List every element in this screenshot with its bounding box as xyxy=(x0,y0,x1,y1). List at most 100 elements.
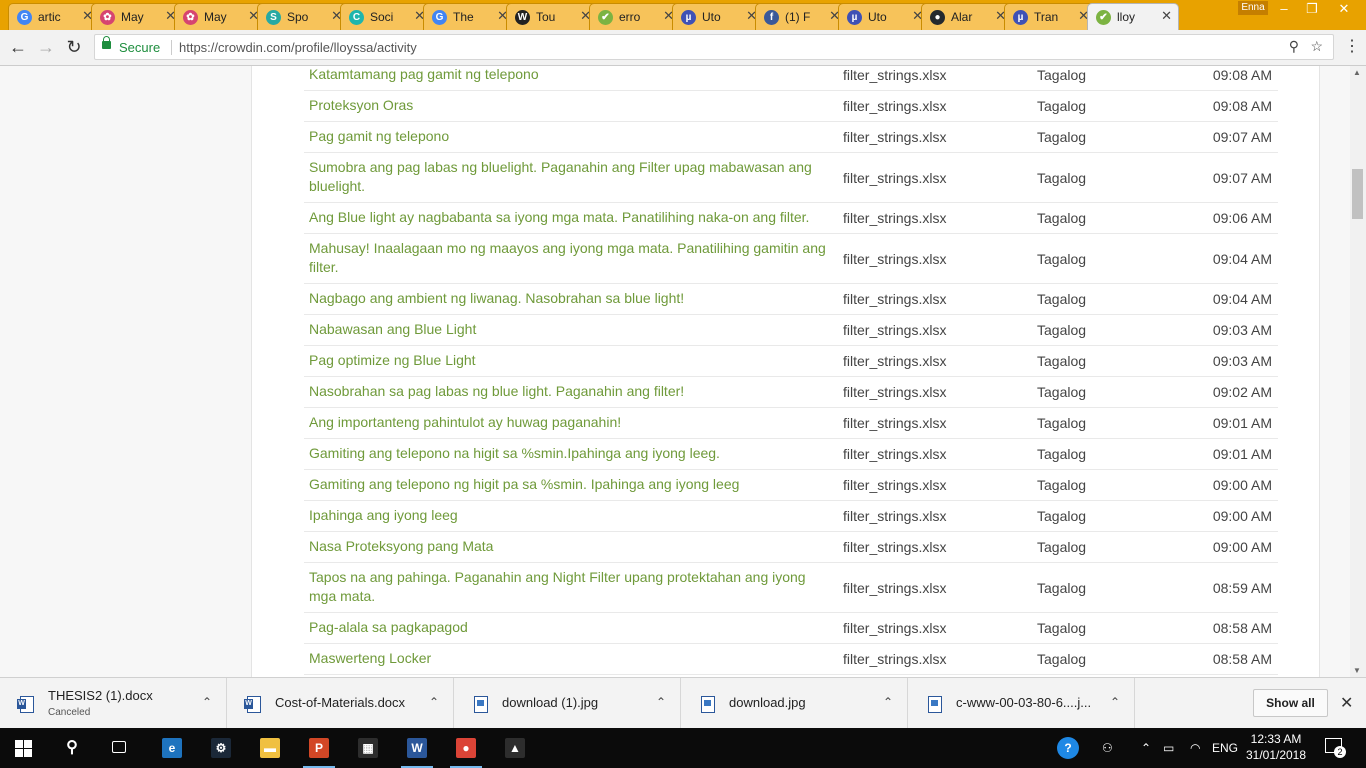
translated-string-link[interactable]: Mahusay! Inaalagaan mo ng maayos ang iyo… xyxy=(304,234,834,283)
leaf-icon: ✔ xyxy=(598,10,613,25)
url-text[interactable]: https://crowdin.com/profile/lloyssa/acti… xyxy=(179,40,417,55)
zoom-icon[interactable]: ⚲ xyxy=(1289,38,1299,55)
download-item[interactable]: download.jpg ⌃ xyxy=(681,678,908,729)
file-name: filter_strings.xlsx xyxy=(843,169,947,186)
task-view-button[interactable] xyxy=(96,728,144,768)
battery-icon[interactable]: ▭ xyxy=(1163,728,1174,768)
close-icon[interactable]: ✕ xyxy=(1340,693,1353,713)
taskbar-app-button[interactable]: ▲ xyxy=(491,728,539,768)
translated-string-link[interactable]: Nagbago ang ambient ng liwanag. Nasobrah… xyxy=(304,284,834,314)
browser-tab[interactable]: f (1) F ✕ xyxy=(755,3,847,30)
file-name: filter_strings.xlsx xyxy=(843,579,947,596)
activity-row: Maswerteng Locker filter_strings.xlsx Taga… xyxy=(304,644,1278,675)
download-filename: THESIS2 (1).docx xyxy=(48,688,153,703)
browser-tab[interactable]: ✿ May ✕ xyxy=(91,3,183,30)
browser-tab[interactable]: ✔ erro ✕ xyxy=(589,3,681,30)
activity-time: 09:02 AM xyxy=(1212,384,1272,400)
notification-count: 2 xyxy=(1334,746,1346,758)
download-item[interactable]: download (1).jpg ⌃ xyxy=(454,678,681,729)
forward-arrow-icon[interactable]: → xyxy=(34,35,58,59)
taskbar-app-button[interactable]: W xyxy=(393,728,441,768)
activity-row: Pag gamit ng telepono filter_strings.xlsx… xyxy=(304,122,1278,153)
language-name: Tagalog xyxy=(1037,250,1087,267)
translated-string-link[interactable]: Nasa Proteksyong pang Mata xyxy=(304,532,834,562)
language-name: Tagalog xyxy=(1037,353,1087,369)
vertical-scrollbar[interactable]: ▲ ▼ xyxy=(1350,66,1366,677)
task-view-icon xyxy=(112,741,126,753)
utorrent-icon: µ xyxy=(1013,10,1028,25)
translated-string-link[interactable]: Nasobrahan sa pag labas ng blue light. P… xyxy=(304,377,834,407)
reload-icon[interactable]: ↻ xyxy=(62,35,86,59)
page-viewport: Katamtamang pag gamit ng telepono filter_… xyxy=(0,66,1350,677)
browser-tab[interactable]: C Soci ✕ xyxy=(340,3,432,30)
chevron-up-icon[interactable]: ⌃ xyxy=(1110,695,1120,709)
translated-string-link[interactable]: Sumobra ang pag labas ng bluelight. Paga… xyxy=(304,153,834,202)
minimize-button[interactable]: – xyxy=(1270,0,1298,20)
chevron-up-icon[interactable]: ⌃ xyxy=(883,695,893,709)
close-tab-icon[interactable]: ✕ xyxy=(1161,8,1172,24)
browser-tab[interactable]: Gartic ✕ xyxy=(8,3,100,30)
browser-tab[interactable]: µ Uto ✕ xyxy=(838,3,930,30)
translated-string-link[interactable]: Ipahinga ang iyong leeg xyxy=(304,501,834,531)
translated-string-link[interactable]: Tapos na ang pahinga. Paganahin ang Nigh… xyxy=(304,563,834,612)
translated-string-link[interactable]: Ang importanteng pahintulot ay huwag pag… xyxy=(304,408,834,438)
taskbar-app-button[interactable]: e xyxy=(148,728,196,768)
file-name: filter_strings.xlsx xyxy=(843,415,947,431)
show-all-button[interactable]: Show all xyxy=(1253,689,1328,717)
wifi-icon[interactable]: ◠ xyxy=(1190,728,1200,768)
translated-string-link[interactable]: Maswerteng Locker xyxy=(304,644,834,674)
bookmark-star-icon[interactable]: ☆ xyxy=(1310,38,1323,55)
language-indicator[interactable]: ENG xyxy=(1212,728,1238,768)
translated-string-link[interactable]: Katamtamang pag gamit ng telepono xyxy=(304,66,834,90)
browser-tab[interactable]: µ Tran ✕ xyxy=(1004,3,1096,30)
browser-tab[interactable]: W Tou ✕ xyxy=(506,3,598,30)
close-window-button[interactable]: ✕ xyxy=(1326,0,1362,20)
taskbar-app-button[interactable]: ▦ xyxy=(344,728,392,768)
clock[interactable]: 12:33 AM 31/01/2018 xyxy=(1245,731,1307,763)
chevron-up-icon[interactable]: ⌃ xyxy=(656,695,666,709)
translated-string-link[interactable]: Proteksyon Oras xyxy=(304,91,834,121)
download-item[interactable]: Cost-of-Materials.docx ⌃ xyxy=(227,678,454,729)
translated-string-link[interactable]: Gamiting ang telepono na higit sa %smin.… xyxy=(304,439,834,469)
browser-tab[interactable]: S Spo ✕ xyxy=(257,3,349,30)
translated-string-link[interactable]: Nabawasan ang Blue Light xyxy=(304,315,834,345)
back-arrow-icon[interactable]: ← xyxy=(6,35,30,59)
download-shelf: THESIS2 (1).docxCanceled⌃Cost-of-Materia… xyxy=(0,677,1366,729)
taskbar-app-button[interactable]: P xyxy=(295,728,343,768)
translated-string-link[interactable]: Ang Blue light ay nagbabanta sa iyong mg… xyxy=(304,203,834,233)
tab-title: erro xyxy=(619,10,641,24)
c-logo-icon: C xyxy=(349,10,364,25)
address-bar[interactable]: Secure https://crowdin.com/profile/lloys… xyxy=(94,34,1334,60)
translated-string-link[interactable]: Pag gamit ng telepono xyxy=(304,122,834,152)
scroll-up-icon[interactable]: ▲ xyxy=(1353,68,1361,77)
download-item[interactable]: THESIS2 (1).docx Canceled ⌃ xyxy=(0,678,227,729)
taskbar-app-button[interactable]: ● xyxy=(442,728,490,768)
browser-tab[interactable]: µ Uto ✕ xyxy=(672,3,764,30)
activity-row: Sumobra ang pag labas ng bluelight. Paga… xyxy=(304,153,1278,203)
translated-string-link[interactable]: Pag optimize ng Blue Light xyxy=(304,346,834,376)
menu-icon[interactable]: ⋮ xyxy=(1340,35,1364,59)
search-button[interactable]: ⚲ xyxy=(48,728,96,768)
browser-tab[interactable]: ● Alar ✕ xyxy=(921,3,1013,30)
restore-button[interactable]: ❐ xyxy=(1298,0,1326,20)
taskbar-app-button[interactable]: ⚙ xyxy=(197,728,245,768)
browser-tab[interactable]: ✔ lloy ✕ xyxy=(1087,3,1179,30)
translated-string-link[interactable]: Pag-alala sa pagkapagod xyxy=(304,613,834,643)
activity-time: 09:04 AM xyxy=(1212,250,1272,267)
chevron-up-icon[interactable]: ⌃ xyxy=(1141,728,1151,768)
profile-name[interactable]: Enna xyxy=(1238,1,1268,15)
activity-time: 08:58 AM xyxy=(1212,620,1272,636)
taskbar-app-button[interactable]: ▬ xyxy=(246,728,294,768)
help-icon[interactable]: ? xyxy=(1057,737,1079,759)
download-item[interactable]: c-www-00-03-80-6....j... ⌃ xyxy=(908,678,1135,729)
browser-tab[interactable]: ✿ May ✕ xyxy=(174,3,266,30)
file-name: filter_strings.xlsx xyxy=(843,477,947,493)
translated-string-link[interactable]: Gamiting ang telepono ng higit pa sa %sm… xyxy=(304,470,834,500)
chevron-up-icon[interactable]: ⌃ xyxy=(429,695,439,709)
people-icon[interactable]: ⚇ xyxy=(1102,728,1113,768)
browser-tab[interactable]: G The ✕ xyxy=(423,3,515,30)
scrollbar-thumb[interactable] xyxy=(1352,169,1363,219)
scroll-down-icon[interactable]: ▼ xyxy=(1353,666,1361,675)
chevron-up-icon[interactable]: ⌃ xyxy=(202,695,212,709)
start-button[interactable] xyxy=(0,728,48,768)
